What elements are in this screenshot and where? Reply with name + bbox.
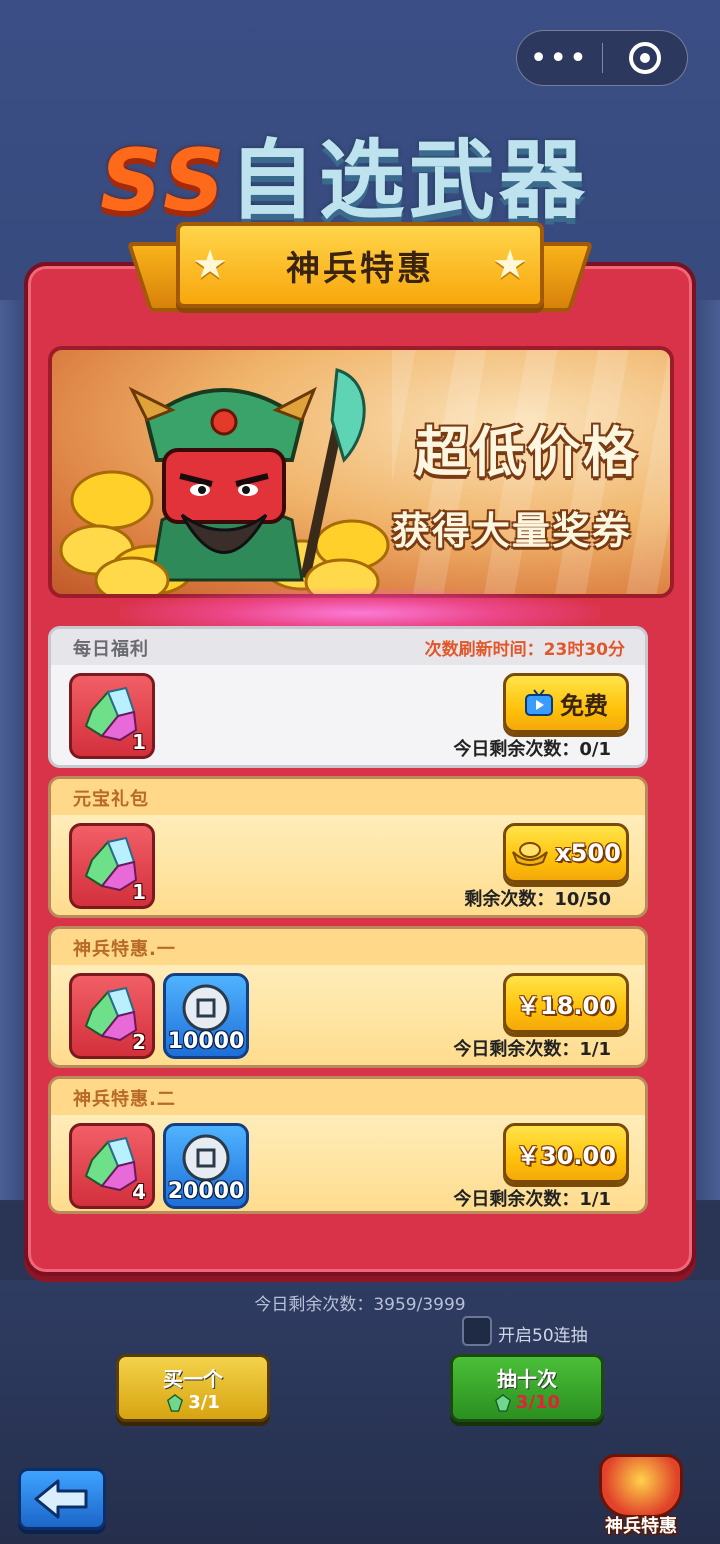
background-pillar-left bbox=[0, 300, 24, 1200]
reward-count: 10000 bbox=[167, 1029, 245, 1054]
price-button-18[interactable]: ￥18.00 bbox=[503, 973, 629, 1033]
offer-card-daily: 每日福利 次数刷新时间：23时30分 1 免费 今日剩余次数：0/1 bbox=[48, 626, 648, 768]
ingot-buy-label: x500 bbox=[555, 839, 621, 867]
reward-item-coin[interactable]: 20000 bbox=[163, 1123, 249, 1209]
gem-icon bbox=[494, 1393, 511, 1412]
offer-card-ingot: 元宝礼包 1 x500 剩余次数：10/50 bbox=[48, 776, 648, 918]
background-pillar-right bbox=[696, 300, 720, 1200]
card-title: 神兵特惠.二 bbox=[73, 1089, 176, 1110]
reward-count: 2 bbox=[132, 1030, 146, 1054]
draw-ten-cost: 3/10 bbox=[515, 1392, 561, 1413]
promo-banner: 超低价格 获得大量奖券 bbox=[48, 346, 674, 598]
popup-title: 神兵特惠 bbox=[286, 248, 434, 289]
promo-entry-label: 神兵特惠 bbox=[605, 1516, 677, 1537]
offer-card-weapon-2: 神兵特惠.二 4 20000 ￥30.00 今日剩余次数：1/1 bbox=[48, 1076, 648, 1214]
reward-count: 1 bbox=[132, 730, 146, 754]
free-claim-label: 免费 bbox=[560, 691, 608, 720]
banner-headline: 超低价格 bbox=[415, 421, 639, 484]
remaining-count: 今日剩余次数：1/1 bbox=[453, 1189, 611, 1210]
target-circle-icon[interactable] bbox=[603, 31, 688, 85]
price-label: ￥30.00 bbox=[516, 1141, 616, 1170]
more-dots-icon[interactable]: ••• bbox=[517, 31, 602, 85]
remaining-count: 今日剩余次数：1/1 bbox=[453, 1039, 611, 1060]
price-button-30[interactable]: ￥30.00 bbox=[503, 1123, 629, 1183]
price-label: ￥18.00 bbox=[516, 991, 616, 1020]
popup-title-ribbon: ★ 神兵特惠 ★ bbox=[176, 222, 544, 308]
treasure-bag-icon bbox=[599, 1454, 683, 1518]
background-title-prefix: SS bbox=[100, 131, 229, 231]
reward-count: 4 bbox=[132, 1180, 146, 1204]
reward-item-gem[interactable]: 2 bbox=[69, 973, 155, 1059]
buy-one-label: 买一个 bbox=[163, 1367, 223, 1391]
star-icon: ★ bbox=[492, 242, 528, 288]
card-title: 元宝礼包 bbox=[73, 789, 149, 810]
background-title-text: 自选武器 bbox=[228, 131, 589, 231]
gold-ingot-icon bbox=[512, 842, 549, 866]
remaining-count: 今日剩余次数：0/1 bbox=[453, 739, 611, 760]
draw-ten-label: 抽十次 bbox=[497, 1367, 557, 1391]
draw-remaining-count: 今日剩余次数：3959/3999 bbox=[254, 1295, 466, 1315]
offer-card-weapon-1: 神兵特惠.一 2 10000 ￥18.00 今日剩余次数：1/1 bbox=[48, 926, 648, 1068]
reward-count: 1 bbox=[132, 880, 146, 904]
promo-entry-button[interactable]: 神兵特惠 bbox=[586, 1438, 696, 1538]
reward-count: 20000 bbox=[167, 1179, 245, 1204]
tv-video-icon bbox=[525, 689, 553, 716]
card-title: 每日福利 bbox=[73, 639, 149, 660]
buy-one-cost: 3/1 bbox=[188, 1392, 220, 1413]
back-button[interactable] bbox=[18, 1468, 106, 1530]
mini-program-capsule: ••• bbox=[516, 30, 688, 86]
general-character-illustration bbox=[59, 368, 390, 594]
reward-item-gem[interactable]: 4 bbox=[69, 1123, 155, 1209]
multi-draw-checkbox-label: 开启50连抽 bbox=[498, 1326, 588, 1346]
back-arrow-icon bbox=[34, 1479, 88, 1519]
multi-draw-checkbox[interactable] bbox=[462, 1316, 492, 1346]
background-title: SS自选武器 bbox=[100, 110, 640, 231]
gem-icon bbox=[167, 1393, 184, 1412]
remaining-count: 剩余次数：10/50 bbox=[464, 889, 611, 910]
reward-item-gem[interactable]: 1 bbox=[69, 823, 155, 909]
card-title: 神兵特惠.一 bbox=[73, 939, 176, 960]
reward-item-gem[interactable]: 1 bbox=[69, 673, 155, 759]
free-claim-button[interactable]: 免费 bbox=[503, 673, 629, 733]
ingot-buy-button[interactable]: x500 bbox=[503, 823, 629, 883]
refresh-time-text: 次数刷新时间：23时30分 bbox=[424, 640, 625, 660]
star-icon: ★ bbox=[192, 242, 228, 288]
reward-item-coin[interactable]: 10000 bbox=[163, 973, 249, 1059]
buy-one-button[interactable]: 买一个 3/1 bbox=[116, 1354, 270, 1422]
banner-subheadline: 获得大量奖券 bbox=[391, 509, 632, 553]
draw-ten-button[interactable]: 抽十次 3/10 bbox=[450, 1354, 604, 1422]
